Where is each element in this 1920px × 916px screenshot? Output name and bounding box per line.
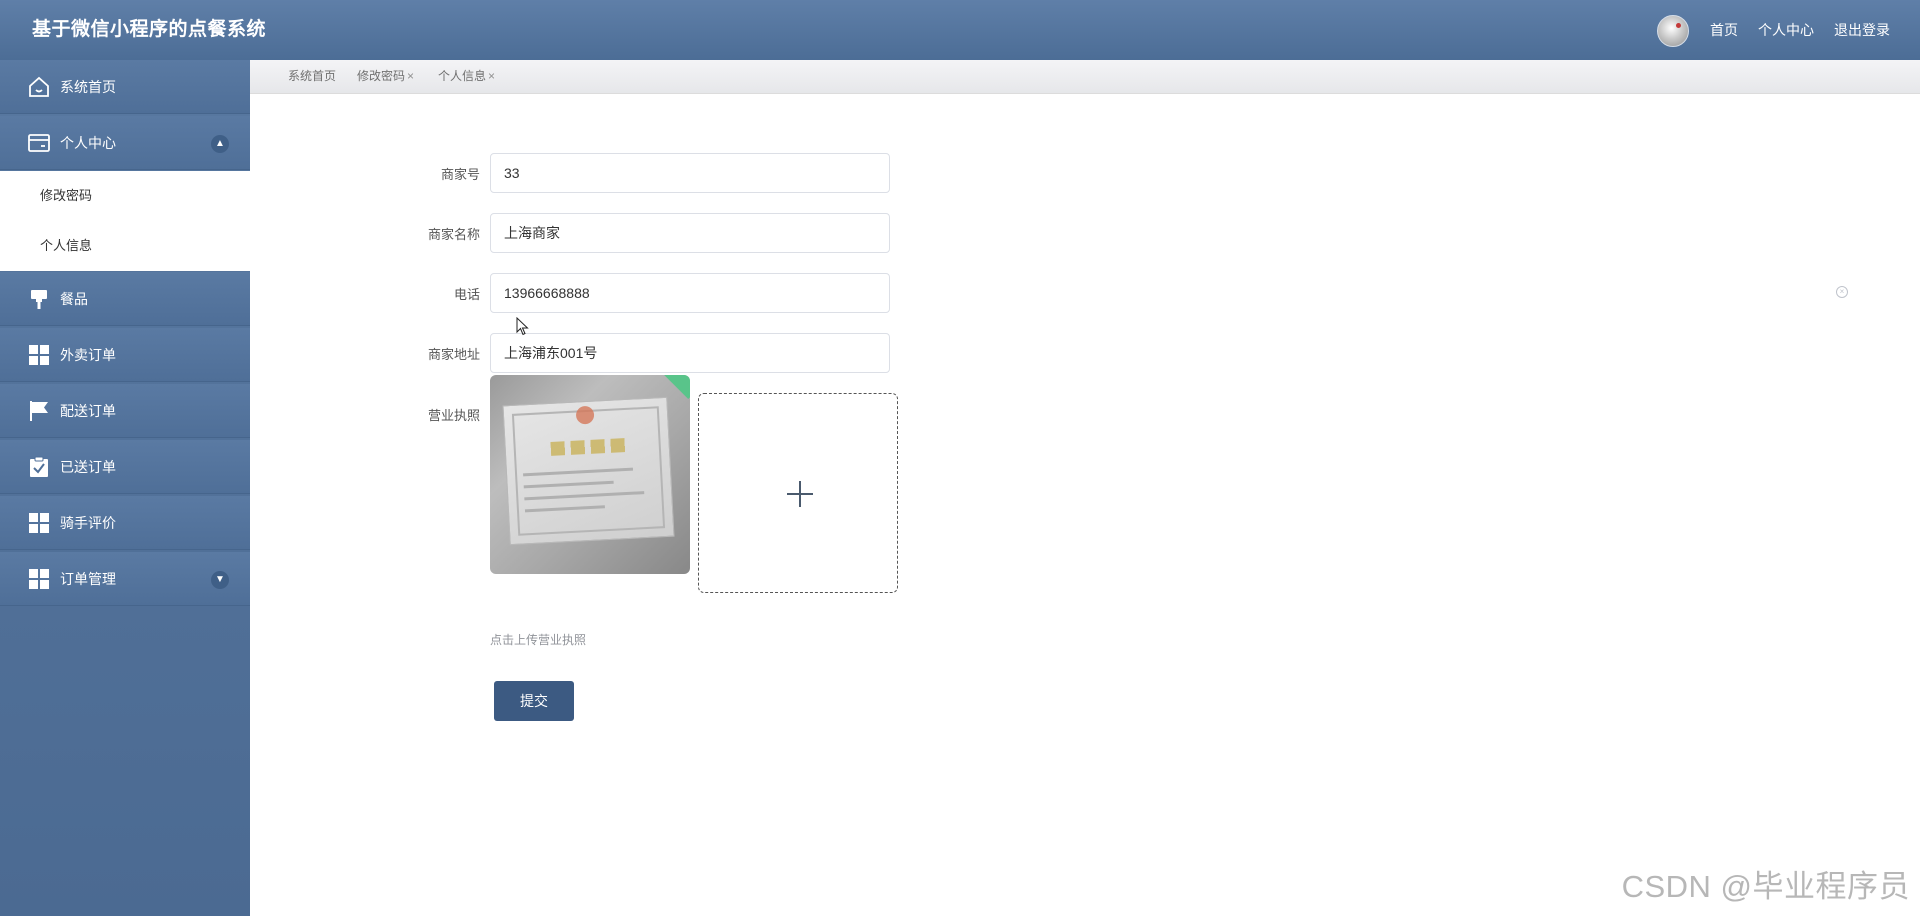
wallet-icon bbox=[28, 134, 50, 152]
app-title: 基于微信小程序的点餐系统 bbox=[32, 19, 267, 40]
merchant-name-input[interactable] bbox=[490, 213, 890, 253]
breadcrumb-tabs: 系统首页 修改密码 × 个人信息 × bbox=[250, 60, 1920, 94]
sidebar-item-rider-reviews[interactable]: 骑手评价 bbox=[0, 496, 250, 550]
top-header: 基于微信小程序的点餐系统 首页 个人中心 退出登录 bbox=[0, 0, 1920, 60]
merchant-address-input[interactable] bbox=[490, 333, 890, 373]
sidebar-item-delivered-orders[interactable]: 已送订单 bbox=[0, 440, 250, 494]
tab-label: 修改密码 bbox=[357, 69, 406, 83]
tab-personal-info[interactable]: 个人信息 × bbox=[438, 60, 495, 92]
user-avatar[interactable] bbox=[1657, 15, 1689, 47]
tab-system-home[interactable]: 系统首页 bbox=[288, 60, 336, 92]
sidebar-item-label: 骑手评价 bbox=[60, 515, 116, 531]
sidebar-item-home[interactable]: 系统首页 bbox=[0, 60, 250, 114]
phone-label: 电话 bbox=[453, 287, 480, 302]
sidebar-subitem-label: 个人信息 bbox=[40, 238, 93, 253]
grid-icon bbox=[29, 569, 49, 589]
nav-profile-link[interactable]: 个人中心 bbox=[1758, 0, 1814, 60]
watermark: CSDN @毕业程序员 bbox=[1621, 869, 1910, 904]
nav-home-link[interactable]: 首页 bbox=[1710, 0, 1738, 60]
clear-icon[interactable]: × bbox=[1836, 286, 1848, 298]
chevron-down-icon: ▼ bbox=[211, 571, 229, 589]
close-icon[interactable]: × bbox=[488, 69, 495, 83]
sidebar-subitem-personal-info[interactable]: 个人信息 bbox=[0, 221, 250, 271]
tab-change-password[interactable]: 修改密码 × bbox=[357, 60, 414, 92]
flag-icon bbox=[30, 401, 48, 421]
sidebar-subitem-change-password[interactable]: 修改密码 bbox=[0, 171, 250, 221]
sidebar-item-label: 餐品 bbox=[60, 291, 88, 307]
upload-success-badge bbox=[659, 375, 690, 400]
sidebar-item-dishes[interactable]: 餐品 bbox=[0, 272, 250, 326]
merchant-id-label: 商家号 bbox=[440, 167, 480, 182]
sidebar-subitem-label: 修改密码 bbox=[40, 188, 93, 203]
sidebar-item-personal-center[interactable]: 个人中心 ▲ bbox=[0, 116, 250, 170]
sidebar-item-label: 配送订单 bbox=[60, 403, 116, 419]
license-document bbox=[502, 396, 675, 546]
grid-icon bbox=[29, 345, 49, 365]
upload-hint: 点击上传营业执照 bbox=[490, 633, 587, 647]
tab-label: 个人信息 bbox=[438, 69, 487, 83]
close-icon[interactable]: × bbox=[407, 69, 414, 83]
brush-icon bbox=[31, 290, 47, 309]
mouse-cursor-icon bbox=[516, 317, 529, 336]
nav-logout-link[interactable]: 退出登录 bbox=[1834, 0, 1890, 60]
grid-icon bbox=[29, 513, 49, 533]
phone-input[interactable] bbox=[490, 273, 890, 313]
clipboard-check-icon bbox=[30, 456, 48, 477]
chevron-up-icon: ▲ bbox=[211, 135, 229, 153]
sidebar-item-label: 已送订单 bbox=[60, 459, 116, 475]
sidebar-item-label: 订单管理 bbox=[60, 571, 116, 587]
submit-button[interactable]: 提交 bbox=[494, 681, 574, 721]
sidebar-item-label: 外卖订单 bbox=[60, 347, 116, 363]
merchant-name-label: 商家名称 bbox=[427, 227, 480, 242]
sidebar-item-label: 系统首页 bbox=[60, 79, 116, 95]
business-license-label: 营业执照 bbox=[427, 408, 480, 423]
sidebar: 系统首页 个人中心 ▲ 修改密码 个人信息 餐品 外卖订单 配送订单 已送订单 … bbox=[0, 60, 250, 916]
sidebar-item-delivery-orders[interactable]: 配送订单 bbox=[0, 384, 250, 438]
sidebar-item-takeout-orders[interactable]: 外卖订单 bbox=[0, 328, 250, 382]
merchant-id-input[interactable] bbox=[490, 153, 890, 193]
home-icon bbox=[29, 76, 49, 97]
merchant-address-label: 商家地址 bbox=[427, 347, 480, 362]
business-license-image[interactable] bbox=[490, 375, 690, 574]
tab-label: 系统首页 bbox=[288, 69, 337, 83]
image-upload-button[interactable] bbox=[698, 393, 898, 593]
sidebar-item-order-management[interactable]: 订单管理 ▼ bbox=[0, 552, 250, 606]
sidebar-item-label: 个人中心 bbox=[60, 135, 116, 151]
